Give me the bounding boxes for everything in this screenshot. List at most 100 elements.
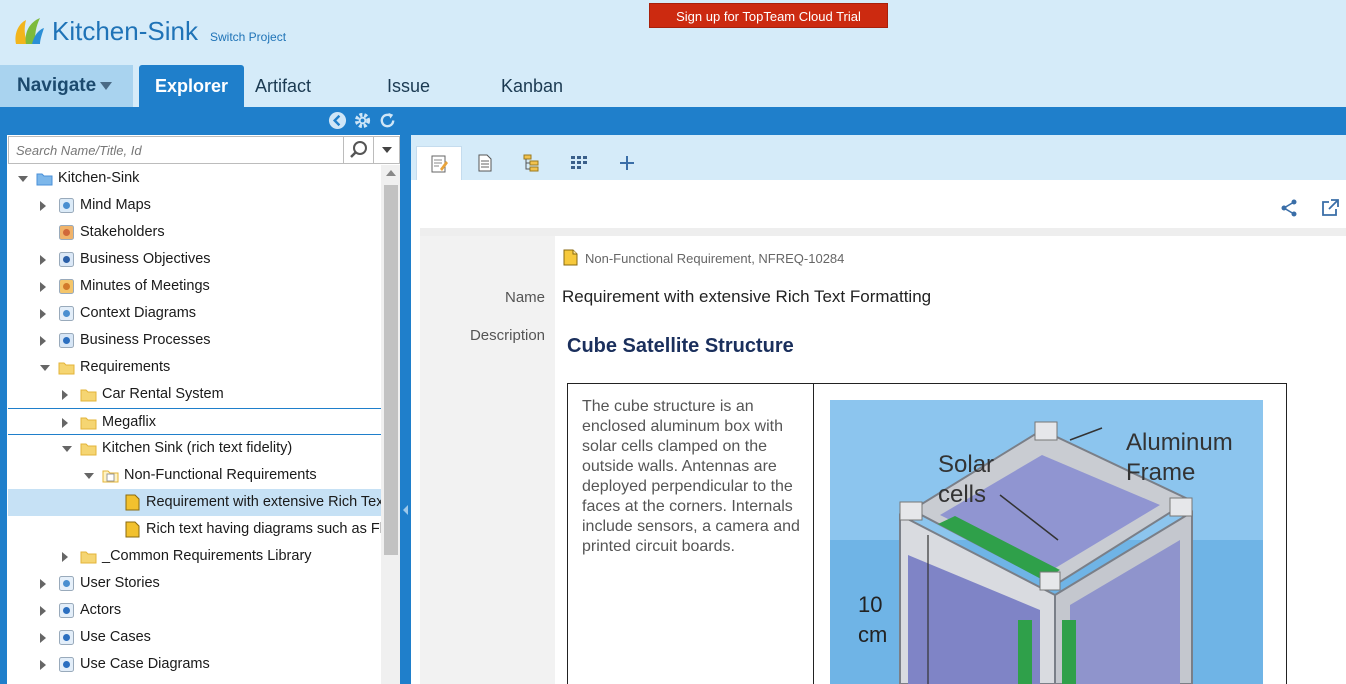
grid-icon	[571, 156, 587, 169]
refresh-icon[interactable]	[378, 111, 397, 130]
tree-item[interactable]: Use Case Diagrams	[8, 651, 381, 678]
caret-right-icon[interactable]	[40, 336, 46, 346]
gear-icon[interactable]	[353, 111, 372, 130]
mind-map-icon	[59, 198, 74, 213]
tree-item[interactable]: Car Rental System	[8, 381, 381, 408]
cloud-trial-button[interactable]: Sign up for TopTeam Cloud Trial	[649, 3, 888, 28]
splitter-collapse-icon[interactable]	[403, 505, 408, 515]
tree-item-label: Requirements	[80, 359, 171, 375]
name-value[interactable]: Requirement with extensive Rich Text For…	[562, 287, 931, 307]
caret-right-icon[interactable]	[40, 282, 46, 292]
caret-right-icon[interactable]	[62, 390, 68, 400]
caret-right-icon[interactable]	[40, 660, 46, 670]
stakeholders-icon	[59, 225, 74, 240]
popout-icon[interactable]	[1320, 198, 1340, 218]
scroll-up-icon[interactable]	[386, 170, 396, 176]
tree-item-label: Use Case Diagrams	[80, 656, 210, 672]
caret-right-icon[interactable]	[62, 552, 68, 562]
tree-scrollbar-thumb[interactable]	[384, 185, 398, 555]
hierarchy-icon	[523, 154, 539, 172]
tree-item[interactable]: Megaflix	[8, 408, 381, 435]
share-icon[interactable]	[1279, 198, 1299, 218]
meeting-icon	[59, 279, 74, 294]
caret-right-icon[interactable]	[40, 606, 46, 616]
use-case-icon	[59, 630, 74, 645]
tree-item[interactable]: Use Cases	[8, 624, 381, 651]
detail-divider	[420, 228, 1346, 236]
tree-item-label: Non-Functional Requirements	[124, 467, 317, 483]
tab-add[interactable]	[604, 146, 650, 180]
folder-icon	[80, 443, 97, 456]
tree-item[interactable]: Business Processes	[8, 327, 381, 354]
tab-explorer[interactable]: Explorer	[139, 65, 245, 107]
tree-item[interactable]: Rich text having diagrams such as Flowch…	[8, 516, 381, 543]
tree-item-label: Business Objectives	[80, 251, 211, 267]
tree-item-label: Rich text having diagrams such as Flowch…	[146, 521, 381, 537]
artifact-type-id: Non-Functional Requirement, NFREQ-10284	[585, 251, 845, 266]
tree-item[interactable]: Requirement with extensive Rich Text For…	[8, 489, 381, 516]
folder-icon	[80, 389, 97, 402]
search-input[interactable]: Search Name/Title, Id	[8, 136, 344, 164]
folder-icon	[80, 551, 97, 564]
tab-kanban-board[interactable]: Kanban Board	[485, 65, 579, 138]
caret-down-icon[interactable]	[40, 365, 50, 371]
tab-hierarchy-view[interactable]	[508, 146, 554, 180]
tab-issue-list[interactable]: Issue List	[371, 65, 446, 138]
caret-down-icon[interactable]	[62, 446, 72, 452]
tree-item-label: Kitchen Sink (rich text fidelity)	[102, 440, 293, 456]
requirement-icon	[563, 249, 578, 266]
tree-item[interactable]: _Common Requirements Library	[8, 543, 381, 570]
tree-item[interactable]: Non-Functional Requirements	[8, 462, 381, 489]
tree-item-label: Mind Maps	[80, 197, 151, 213]
dimension-label-1: 10	[858, 592, 882, 617]
folder-icon	[58, 362, 75, 375]
tree-item[interactable]: Mind Maps	[8, 192, 381, 219]
caret-down-icon	[100, 81, 113, 90]
rich-text-table-divider	[813, 383, 814, 684]
tree-item-label: Minutes of Meetings	[80, 278, 210, 294]
tree-item[interactable]: Minutes of Meetings	[8, 273, 381, 300]
tree-item[interactable]: Context Diagrams	[8, 300, 381, 327]
tab-edit-artifact[interactable]	[416, 146, 462, 180]
requirement-icon	[125, 521, 140, 538]
tab-grid-view[interactable]	[556, 146, 602, 180]
tree-item-label: Stakeholders	[80, 224, 165, 240]
solar-cells-label-2: cells	[938, 481, 986, 508]
tree-item[interactable]: Kitchen Sink (rich text fidelity)	[8, 435, 381, 462]
tree-item[interactable]: Kitchen-Sink	[8, 165, 381, 192]
tree-item[interactable]: Requirements	[8, 354, 381, 381]
document-icon	[478, 154, 492, 172]
folder-icon	[80, 417, 97, 430]
tab-artifact-list[interactable]: Artifact List	[239, 65, 327, 138]
search-button[interactable]	[344, 136, 374, 164]
tab-document-view[interactable]	[462, 146, 508, 180]
panel-splitter[interactable]	[401, 135, 411, 684]
caret-right-icon[interactable]	[40, 309, 46, 319]
caret-right-icon[interactable]	[40, 255, 46, 265]
topteam-logo-icon	[15, 18, 44, 44]
app-title[interactable]: Kitchen-Sink	[52, 16, 198, 47]
switch-project-link[interactable]: Switch Project	[210, 30, 286, 44]
tree-item[interactable]: Stakeholders	[8, 219, 381, 246]
caret-right-icon[interactable]	[62, 418, 68, 428]
tree-item[interactable]: Actors	[8, 597, 381, 624]
search-options-dropdown[interactable]	[374, 136, 400, 164]
caret-down-icon[interactable]	[84, 473, 94, 479]
search-icon	[349, 141, 367, 158]
edit-document-icon	[431, 155, 448, 172]
caret-right-icon[interactable]	[40, 579, 46, 589]
pin-icon	[59, 252, 74, 267]
caret-right-icon[interactable]	[40, 633, 46, 643]
tree-item-label: Car Rental System	[102, 386, 224, 402]
tree-item[interactable]: Business Objectives	[8, 246, 381, 273]
tree-item[interactable]: User Stories	[8, 570, 381, 597]
explorer-tree: Kitchen-Sink Mind Maps Stakeholders Busines…	[8, 165, 381, 684]
caret-right-icon[interactable]	[40, 201, 46, 211]
caret-down-icon[interactable]	[18, 176, 28, 182]
collapse-left-icon[interactable]	[328, 111, 347, 130]
tree-item-label: User Stories	[80, 575, 160, 591]
panel-tools	[328, 111, 397, 131]
actor-icon	[59, 603, 74, 618]
context-diagram-icon	[59, 306, 74, 321]
navigate-menu-button[interactable]: Navigate	[0, 65, 133, 107]
